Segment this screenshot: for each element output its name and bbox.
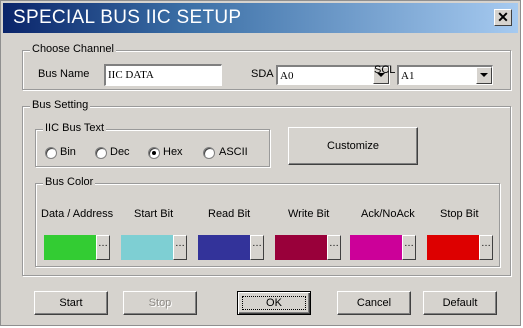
radio-dec[interactable] xyxy=(95,147,107,159)
iic-bus-text-label: IIC Bus Text xyxy=(43,122,107,134)
color-label-stop-bit: Stop Bit xyxy=(440,208,479,220)
swatch-stop-bit[interactable]: … xyxy=(427,235,493,260)
close-button[interactable]: ✕ xyxy=(494,9,512,26)
radio-hex[interactable] xyxy=(148,147,160,159)
default-label: Default xyxy=(442,297,478,309)
bus-color-group: Bus Color Data / Address Start Bit Read … xyxy=(35,176,500,267)
swatch-start-bit-color[interactable] xyxy=(121,235,173,260)
special-bus-iic-setup-dialog: SPECIAL BUS IIC SETUP ✕ Choose Channel B… xyxy=(0,0,521,326)
title-bar[interactable]: SPECIAL BUS IIC SETUP ✕ xyxy=(3,3,518,33)
swatch-write-bit-picker-icon[interactable]: … xyxy=(327,235,341,260)
iic-bus-text-group: IIC Bus Text Bin Dec Hex ASCII xyxy=(35,122,270,167)
swatch-write-bit-color[interactable] xyxy=(275,235,327,260)
sda-label: SDA xyxy=(251,68,274,80)
swatch-start-bit[interactable]: … xyxy=(121,235,187,260)
scl-dropdown-arrow-icon[interactable] xyxy=(476,67,492,84)
swatch-read-bit-picker-icon[interactable]: … xyxy=(250,235,264,260)
color-label-read-bit: Read Bit xyxy=(208,208,251,220)
close-icon: ✕ xyxy=(497,9,509,25)
bus-setting-label: Bus Setting xyxy=(30,99,91,111)
sda-select[interactable]: A0 xyxy=(276,65,390,85)
cancel-button[interactable]: Cancel xyxy=(337,291,411,315)
swatch-data-address-picker-icon[interactable]: … xyxy=(96,235,110,260)
default-button[interactable]: Default xyxy=(423,291,497,315)
swatch-stop-bit-color[interactable] xyxy=(427,235,479,260)
radio-bin[interactable] xyxy=(45,147,57,159)
customize-button[interactable]: Customize xyxy=(288,127,418,165)
ok-focus-rect xyxy=(242,296,306,310)
radio-hex-label[interactable]: Hex xyxy=(163,146,183,158)
swatch-data-address[interactable]: … xyxy=(44,235,110,260)
color-label-ack-noack: Ack/NoAck xyxy=(361,208,415,220)
color-label-data-address: Data / Address xyxy=(41,208,114,220)
swatch-data-address-color[interactable] xyxy=(44,235,96,260)
scl-label: SCL xyxy=(374,64,396,76)
radio-bin-label[interactable]: Bin xyxy=(60,146,76,158)
radio-dec-label[interactable]: Dec xyxy=(110,146,130,158)
scl-select[interactable]: A1 xyxy=(397,65,493,85)
swatch-start-bit-picker-icon[interactable]: … xyxy=(173,235,187,260)
stop-button[interactable]: Stop xyxy=(123,291,197,315)
swatch-stop-bit-picker-icon[interactable]: … xyxy=(479,235,493,260)
start-button[interactable]: Start xyxy=(34,291,108,315)
swatch-ack-noack-picker-icon[interactable]: … xyxy=(402,235,416,260)
stop-label: Stop xyxy=(148,297,172,309)
radio-ascii-label[interactable]: ASCII xyxy=(219,146,248,158)
bus-name-input[interactable]: IIC DATA xyxy=(104,64,222,86)
customize-label: Customize xyxy=(327,140,379,152)
color-label-write-bit: Write Bit xyxy=(288,208,330,220)
swatch-write-bit[interactable]: … xyxy=(275,235,341,260)
bus-name-label: Bus Name xyxy=(38,68,90,80)
choose-channel-group: Choose Channel Bus Name IIC DATA SDA A0 … xyxy=(22,43,511,90)
scl-value: A1 xyxy=(401,70,415,82)
radio-ascii[interactable] xyxy=(203,147,215,159)
color-label-start-bit: Start Bit xyxy=(134,208,174,220)
swatch-ack-noack-color[interactable] xyxy=(350,235,402,260)
sda-value: A0 xyxy=(280,70,294,82)
swatch-ack-noack[interactable]: … xyxy=(350,235,416,260)
window-title: SPECIAL BUS IIC SETUP xyxy=(13,7,242,28)
ok-button[interactable]: OK xyxy=(237,291,311,315)
bus-setting-group: Bus Setting IIC Bus Text Bin Dec Hex ASC… xyxy=(22,99,511,276)
cancel-label: Cancel xyxy=(356,297,392,309)
bus-color-label: Bus Color xyxy=(43,176,96,188)
swatch-read-bit-color[interactable] xyxy=(198,235,250,260)
swatch-read-bit[interactable]: … xyxy=(198,235,264,260)
start-label: Start xyxy=(59,297,83,309)
choose-channel-label: Choose Channel xyxy=(30,43,116,55)
